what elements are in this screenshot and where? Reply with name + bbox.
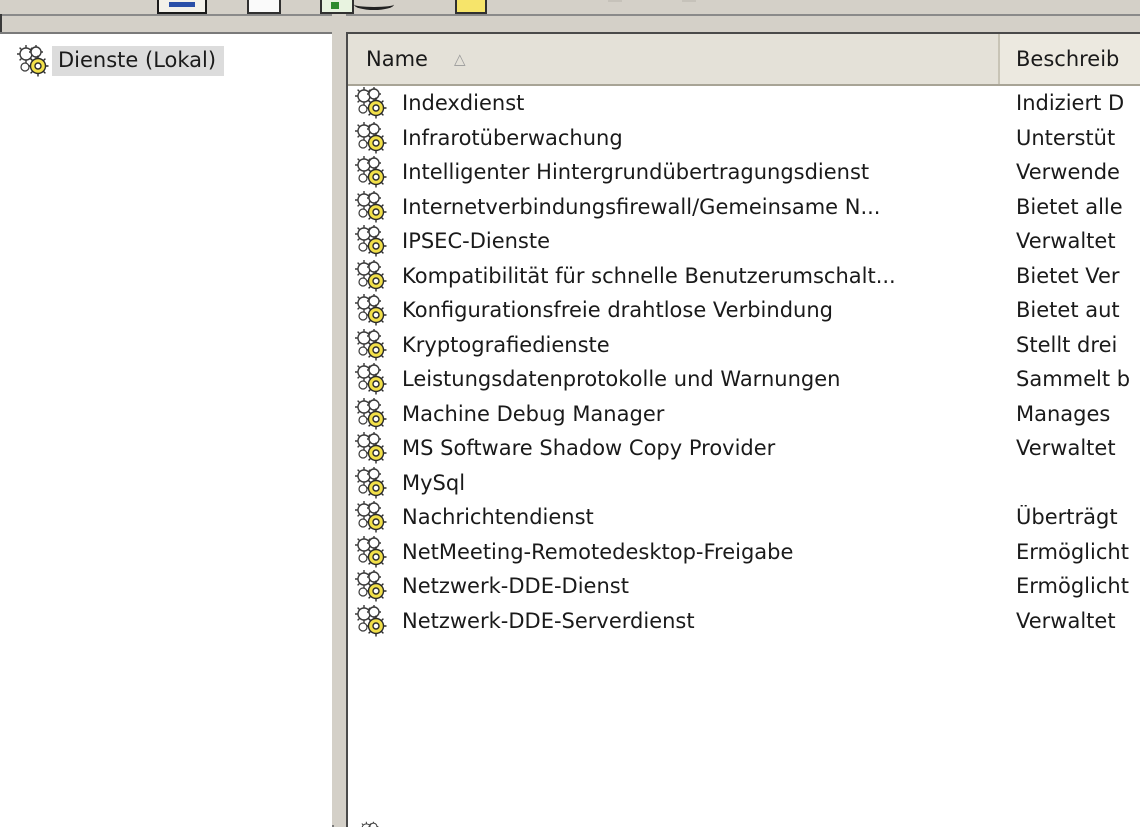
service-name: MySql	[402, 470, 466, 495]
pane-splitter[interactable]	[332, 14, 346, 825]
service-gear-icon	[354, 604, 390, 638]
service-name: Leistungsdatenprotokolle und Warnungen	[402, 367, 841, 392]
help-button[interactable]	[455, 0, 487, 14]
service-name: Kryptografiedienste	[402, 332, 610, 357]
service-description: Sammelt b	[1016, 367, 1131, 392]
service-gear-icon	[354, 397, 390, 431]
service-gear-icon	[354, 155, 390, 189]
tree-node-services-local[interactable]: Dienste (Lokal)	[16, 44, 225, 78]
list-item[interactable]: Netzwerk-DDE-Serverdienst Verwaltet	[348, 604, 1140, 639]
service-gear-icon	[354, 328, 390, 362]
service-name: Netzwerk-DDE-Dienst	[402, 574, 629, 599]
list-item[interactable]: Konfigurationsfreie drahtlose Verbindung…	[348, 293, 1140, 328]
list-item[interactable]: Machine Debug Manager Manages	[348, 397, 1140, 432]
list-item[interactable]: Nachrichtendienst Überträgt	[348, 500, 1140, 535]
service-description: Verwaltet	[1016, 229, 1116, 254]
toolbar	[0, 0, 1140, 16]
list-item[interactable]: NetMeeting-Remotedesktop-Freigabe Ermögli…	[348, 535, 1140, 570]
service-gear-icon	[354, 569, 390, 603]
service-name: Machine Debug Manager	[402, 401, 665, 426]
service-name: MS Software Shadow Copy Provider	[402, 436, 776, 461]
services-list-pane: Name △ Beschreib Indexdienst Indiziert D …	[346, 32, 1140, 827]
list-item[interactable]: Infrarotüberwachung Unterstüt	[348, 121, 1140, 156]
service-description: Ermöglicht	[1016, 539, 1129, 564]
service-gear-icon	[354, 259, 390, 293]
service-gear-icon	[354, 821, 390, 827]
service-description: Indiziert D	[1016, 91, 1125, 116]
service-gear-icon	[354, 535, 390, 569]
list-item[interactable]: Intelligenter Hintergrundübertragungsdie…	[348, 155, 1140, 190]
service-gear-icon	[354, 431, 390, 465]
service-gear-icon	[354, 362, 390, 396]
service-gear-icon	[354, 224, 390, 258]
stop-service-icon[interactable]	[682, 0, 696, 2]
list-item[interactable]: Kompatibilität für schnelle Benutzerumsc…	[348, 259, 1140, 294]
service-gear-icon	[354, 293, 390, 327]
service-name: IPSEC-Dienste	[402, 229, 551, 254]
service-name: NetMeeting-Remotedesktop-Freigabe	[402, 539, 794, 564]
list-item[interactable]: Netzwerk-DDE-Dienst Ermöglicht	[348, 569, 1140, 604]
service-gear-icon	[354, 86, 390, 120]
service-description: Verwaltet	[1016, 608, 1116, 633]
service-name: Netzwerk-DDE-Serverdienst	[402, 608, 695, 633]
service-description: Verwende	[1016, 160, 1120, 185]
service-description: Bietet Ver	[1016, 263, 1120, 288]
list-item[interactable]: MS Software Shadow Copy Provider Verwalte…	[348, 431, 1140, 466]
export-list-button[interactable]	[354, 0, 404, 12]
list-item[interactable]: MySql	[348, 466, 1140, 501]
service-description: Unterstüt	[1016, 125, 1116, 150]
list-header: Name △ Beschreib	[348, 34, 1140, 86]
service-name: Internetverbindungsfirewall/Gemeinsame N…	[402, 194, 881, 219]
service-description: Ermöglicht	[1016, 574, 1129, 599]
column-header-name[interactable]: Name △	[348, 34, 1000, 84]
service-name: Infrarotüberwachung	[402, 125, 623, 150]
service-description: Bietet alle	[1016, 194, 1123, 219]
console-tree-pane: Dienste (Lokal)	[0, 32, 334, 827]
list-item[interactable]: IPSEC-Dienste Verwaltet	[348, 224, 1140, 259]
column-header-name-label: Name	[366, 47, 428, 71]
service-gear-icon	[354, 500, 390, 534]
tree-node-label: Dienste (Lokal)	[52, 46, 225, 76]
service-description: Manages	[1016, 401, 1111, 426]
list-item[interactable]: Leistungsdatenprotokolle und Warnungen Sa…	[348, 362, 1140, 397]
service-gear-icon	[354, 466, 390, 500]
refresh-button[interactable]	[320, 0, 354, 14]
service-name: Kompatibilität für schnelle Benutzerumsc…	[402, 263, 896, 288]
services-gear-icon	[16, 44, 52, 78]
list-item[interactable]: Kryptografiedienste Stellt drei	[348, 328, 1140, 363]
service-gear-icon	[354, 190, 390, 224]
list-item[interactable]: Internetverbindungsfirewall/Gemeinsame N…	[348, 190, 1140, 225]
console-tree-toggle-button[interactable]	[157, 0, 207, 14]
service-description: Stellt drei	[1016, 332, 1118, 357]
service-description: Verwaltet	[1016, 436, 1116, 461]
service-name: Indexdienst	[402, 91, 525, 116]
service-name: Konfigurationsfreie drahtlose Verbindung	[402, 298, 833, 323]
column-header-description[interactable]: Beschreib	[1002, 34, 1140, 84]
column-header-description-label: Beschreib	[1016, 47, 1120, 71]
service-name: Nachrichtendienst	[402, 505, 594, 530]
list-item[interactable]: Indexdienst Indiziert D	[348, 86, 1140, 121]
service-gear-icon	[354, 121, 390, 155]
sort-ascending-icon: △	[453, 50, 466, 68]
service-description: Überträgt	[1016, 505, 1118, 530]
start-service-icon[interactable]	[608, 0, 622, 2]
services-list: Indexdienst Indiziert D Infrarotüberwachu…	[348, 86, 1140, 638]
service-name: Intelligenter Hintergrundübertragungsdie…	[402, 160, 870, 185]
properties-button[interactable]	[247, 0, 281, 14]
service-description: Bietet aut	[1016, 298, 1120, 323]
